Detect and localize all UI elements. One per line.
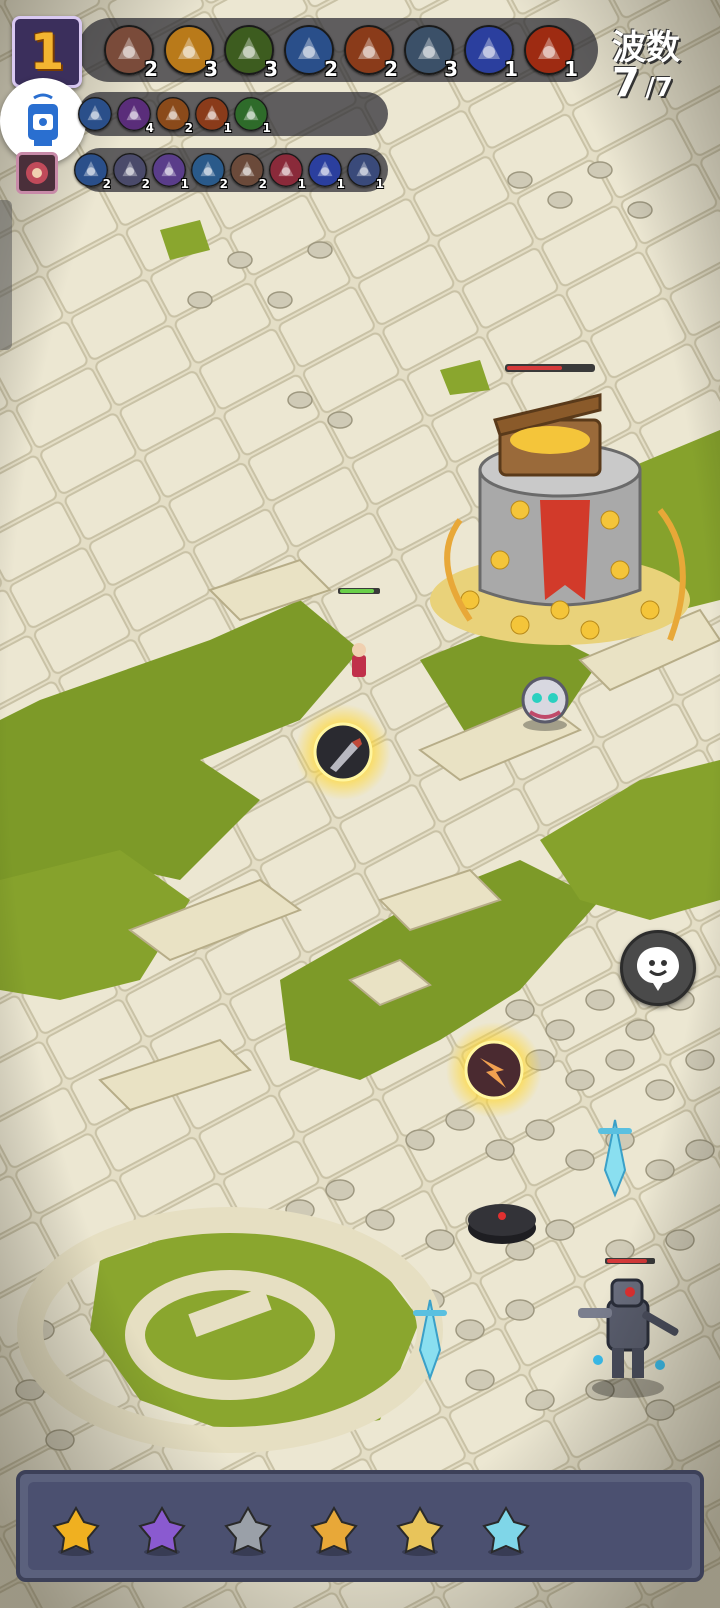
star-badge-icon[interactable] [46,1500,106,1560]
star-burst-icon[interactable]: 1 [152,153,189,191]
axe-icon[interactable]: 3 [404,25,458,81]
skill-level: 3 [264,57,278,81]
skill-level: 1 [564,57,578,81]
fire-kunai-icon[interactable]: 2 [344,25,398,81]
side-drawer-tab[interactable] [0,200,12,350]
emote-button[interactable] [620,930,696,1006]
skill-level: 1 [375,177,384,191]
skill-level: 2 [258,177,267,191]
green-swirl-icon[interactable]: 3 [224,25,278,81]
green-flame-icon[interactable]: 1 [234,97,271,135]
skill-level: 1 [504,57,518,81]
tornado-icon[interactable]: 2 [230,153,267,191]
skill-level: 2 [184,121,193,135]
fire-ring-icon[interactable]: 1 [524,25,578,81]
fire-orb-icon[interactable]: 2 [156,97,193,135]
skill-level: 2 [141,177,150,191]
red-target-icon[interactable]: 1 [269,153,306,191]
item-inventory-bar [16,1470,704,1582]
skill-level: 2 [219,177,228,191]
golden-glove-icon[interactable] [390,1500,450,1560]
round-bomb-icon[interactable] [218,1500,278,1560]
hero-portrait[interactable] [16,152,58,194]
skill-level: 3 [204,57,218,81]
purple-bird-icon[interactable] [132,1500,192,1560]
blue-claw-icon[interactable] [78,97,112,131]
skill-level: 1 [223,121,232,135]
purple-swirl-icon[interactable]: 4 [117,97,154,135]
wave-total: /7 [645,73,674,103]
crescent-moon-icon[interactable]: 2 [113,153,150,191]
map-terrain [0,0,720,1608]
skill-level: 1 [262,121,271,135]
item-slots [28,1482,692,1570]
blue-arrows-icon[interactable]: 1 [308,153,345,191]
crossed-blades-icon[interactable]: 1 [347,153,384,191]
ice-staff-icon[interactable] [476,1500,536,1560]
skill-level: 2 [144,57,158,81]
golden-ring-icon[interactable]: 3 [164,25,218,81]
skull-orb-icon[interactable]: 2 [104,25,158,81]
game-map[interactable] [0,0,720,1608]
skill-level: 1 [297,177,306,191]
skill-level: 3 [444,57,458,81]
skill-level: 4 [145,121,154,135]
skill-level: 1 [180,177,189,191]
smiley-bubble-icon [637,947,679,991]
water-swirl-icon[interactable]: 2 [191,153,228,191]
wave-current: 7 [612,60,640,106]
golden-claw-icon[interactable] [304,1500,364,1560]
skill-level: 2 [324,57,338,81]
skill-level: 1 [336,177,345,191]
skill-level: 2 [384,57,398,81]
hero-portrait-icon [26,162,48,184]
flame-strike-icon[interactable]: 1 [195,97,232,135]
lightning-spear-icon[interactable]: 1 [464,25,518,81]
skill-level: 2 [102,177,111,191]
wave-counter: 7 /7 [612,60,673,106]
ice-claw-icon[interactable]: 2 [74,153,111,191]
level-number: 1 [29,23,65,81]
ice-shards-icon[interactable]: 2 [284,25,338,81]
